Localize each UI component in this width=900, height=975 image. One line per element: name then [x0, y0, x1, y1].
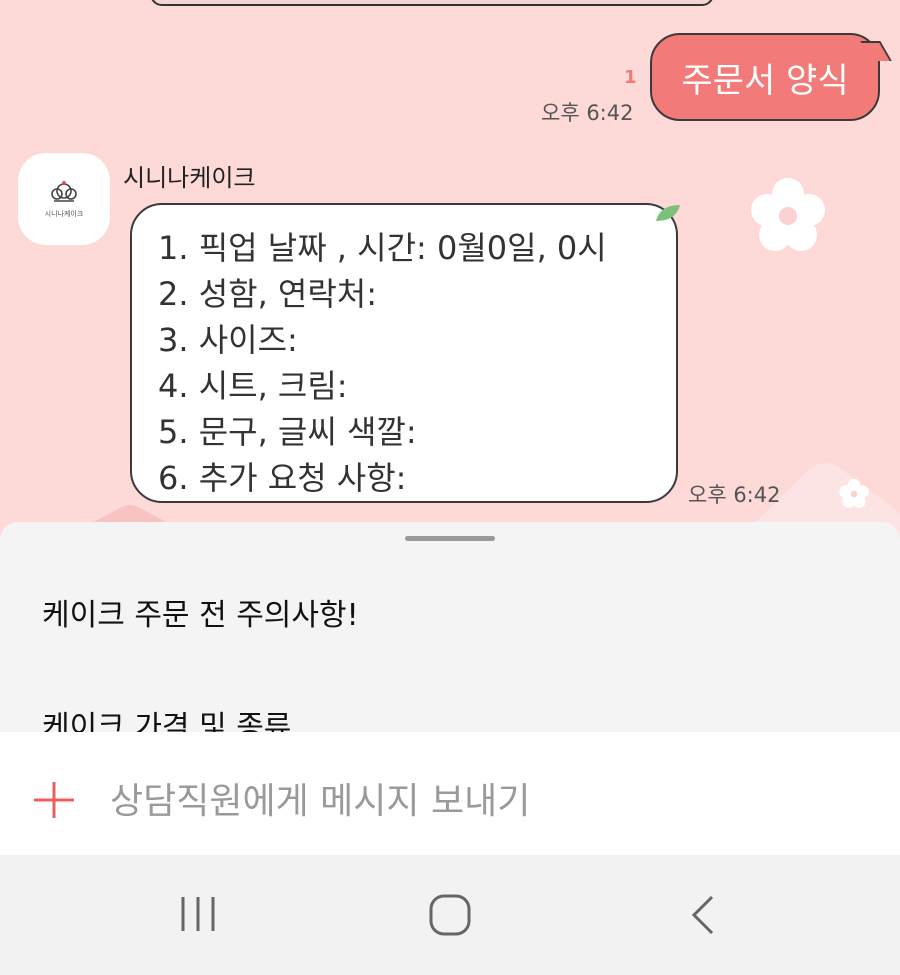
order-form-line: 2. 성함, 연락처: [158, 275, 378, 313]
sheet-drag-handle[interactable] [405, 536, 495, 541]
bot-message-bubble[interactable]: 1. 픽업 날짜 , 시간: 0월0일, 0시 2. 성함, 연락처: 3. 사… [130, 203, 678, 503]
plus-icon[interactable] [30, 780, 78, 820]
avatar-label: 시니나케이크 [44, 210, 84, 218]
previous-message-edge [150, 0, 714, 6]
my-message-text: 주문서 양식 [681, 60, 849, 101]
leaf-decoration-icon [656, 205, 680, 221]
order-form-line: 1. 픽업 날짜 , 시간: 0월0일, 0시 [158, 229, 607, 267]
unread-count: 1 [624, 67, 637, 88]
order-form-line: 5. 문구, 글씨 색깔: [158, 413, 417, 451]
my-message-bubble[interactable]: 주문서 양식 [650, 33, 880, 121]
flower-decoration-icon [751, 178, 825, 251]
sender-name: 시니나케이크 [123, 164, 256, 192]
recent-apps-icon[interactable] [178, 893, 218, 935]
avatar[interactable]: 시니나케이크 [18, 153, 110, 245]
order-form-line: 4. 시트, 크림: [158, 367, 348, 405]
message-input[interactable]: 상담직원에게 메시지 보내기 [110, 772, 530, 824]
order-form-line: 3. 사이즈: [158, 321, 298, 359]
back-icon[interactable] [688, 893, 718, 937]
small-flower-decoration-icon [839, 478, 869, 508]
bot-message-time: 오후 6:42 [688, 483, 781, 507]
sheet-item-precautions[interactable]: 케이크 주문 전 주의사항! [42, 590, 359, 634]
home-icon[interactable] [428, 893, 472, 937]
order-form-line: 6. 추가 요청 사항: [158, 459, 407, 497]
quick-reply-sheet: 케이크 주문 전 주의사항! 케이크 가격 및 종류 [0, 522, 900, 732]
sheet-item-price-types[interactable]: 케이크 가격 및 종류 [42, 702, 291, 732]
cake-logo-icon [51, 181, 77, 202]
my-message-time: 오후 6:42 [541, 101, 634, 125]
chat-area: 주문서 양식 1 오후 6:42 시니나케이크 시니나케이크 1. 픽업 날짜 … [0, 0, 900, 560]
